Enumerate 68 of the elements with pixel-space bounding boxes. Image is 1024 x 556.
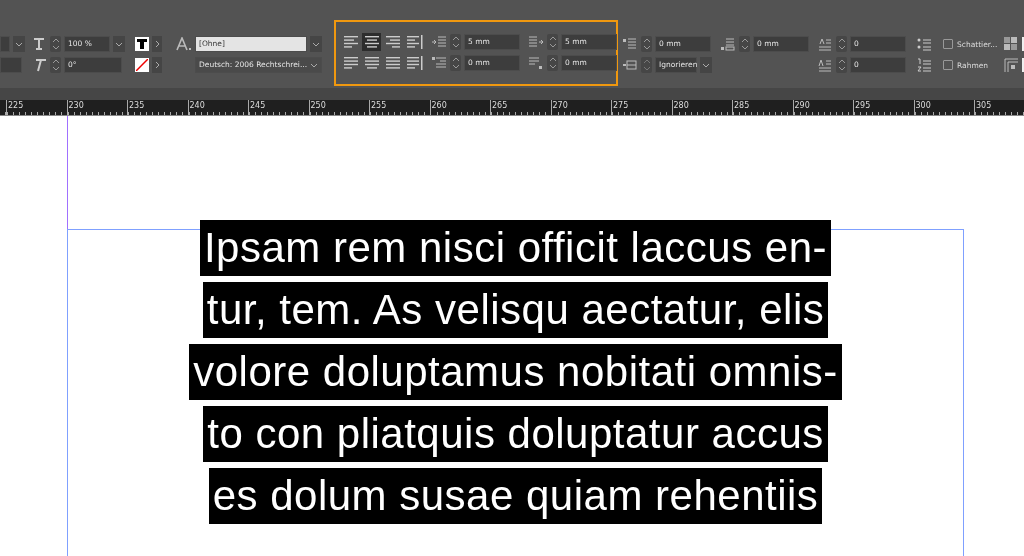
ruler-label: 255	[369, 100, 430, 115]
checkbox[interactable]	[943, 60, 953, 70]
ruler-label: 270	[550, 100, 611, 115]
align-button[interactable]	[362, 33, 381, 51]
border-icon	[1003, 58, 1020, 72]
checkbox[interactable]	[943, 39, 953, 49]
ruler-label: 230	[66, 100, 127, 115]
align-button[interactable]	[383, 33, 402, 51]
spinner-arrows[interactable]	[450, 55, 461, 71]
spinner-arrows[interactable]	[547, 55, 558, 71]
align-button[interactable]	[341, 33, 360, 51]
align-button[interactable]	[341, 54, 360, 72]
dropdown-button[interactable]	[700, 57, 712, 73]
ruler-label: 245	[248, 100, 309, 115]
spinner-arrows	[641, 57, 652, 73]
left-indent-icon	[431, 35, 447, 49]
caret-icon	[702, 62, 710, 68]
spinner-arrows[interactable]	[547, 34, 558, 50]
drop-cap-lines-icon	[817, 37, 833, 51]
caret-icon	[115, 41, 123, 47]
shading-icon	[1003, 37, 1020, 51]
bulleted-list-icon[interactable]	[916, 37, 932, 51]
character-style-icon	[176, 37, 192, 51]
dropdown-button[interactable]	[310, 36, 322, 52]
ruler-label: 235	[127, 100, 188, 115]
space-before-icon	[622, 37, 638, 51]
numbered-list-icon[interactable]	[916, 58, 932, 72]
ruler-label: 280	[671, 100, 732, 115]
ruler-label: 250	[308, 100, 369, 115]
align-button[interactable]	[383, 54, 402, 72]
arrow-button[interactable]	[152, 36, 162, 52]
space-after-icon	[720, 37, 736, 51]
caret-icon	[15, 41, 23, 47]
align-button[interactable]	[404, 33, 423, 51]
grid-align-icon	[622, 58, 638, 72]
align-button[interactable]	[404, 54, 423, 72]
spinner-arrows[interactable]	[450, 34, 461, 50]
vertical-scale-icon	[31, 37, 47, 51]
ruler-label: 305	[974, 100, 1024, 115]
ruler-label: 260	[429, 100, 490, 115]
first-line-indent-icon	[431, 56, 447, 70]
ruler-label: 275	[611, 100, 672, 115]
drop-cap-characters-icon	[817, 58, 833, 72]
ruler-label: 225	[6, 100, 67, 115]
spinner-arrows[interactable]	[836, 57, 847, 73]
spinner-arrows[interactable]	[836, 36, 847, 52]
chevron-icon	[154, 61, 160, 69]
ruler-label: 265	[490, 100, 551, 115]
chevron-icon	[154, 40, 160, 48]
ruler-label: 290	[792, 100, 853, 115]
align-button[interactable]	[362, 54, 381, 72]
stroke-none-swatch[interactable]	[135, 58, 149, 72]
dropdown-button[interactable]	[113, 36, 125, 52]
last-line-indent-icon	[528, 56, 544, 70]
arrow-button[interactable]	[152, 57, 162, 73]
ruler-label: 240	[187, 100, 248, 115]
caret-icon	[312, 41, 320, 47]
text-fill-swatch[interactable]	[135, 37, 149, 51]
caret-icon	[310, 62, 318, 68]
ruler-label: 285	[732, 100, 793, 115]
spinner-arrows[interactable]	[50, 57, 61, 73]
spinner-arrows[interactable]	[641, 36, 652, 52]
right-indent-icon	[528, 35, 544, 49]
dropdown-button[interactable]	[13, 36, 25, 52]
spinner-arrows[interactable]	[50, 36, 61, 52]
ruler-label: 300	[913, 100, 974, 115]
ruler-label: 295	[853, 100, 914, 115]
spinner-arrows[interactable]	[739, 36, 750, 52]
